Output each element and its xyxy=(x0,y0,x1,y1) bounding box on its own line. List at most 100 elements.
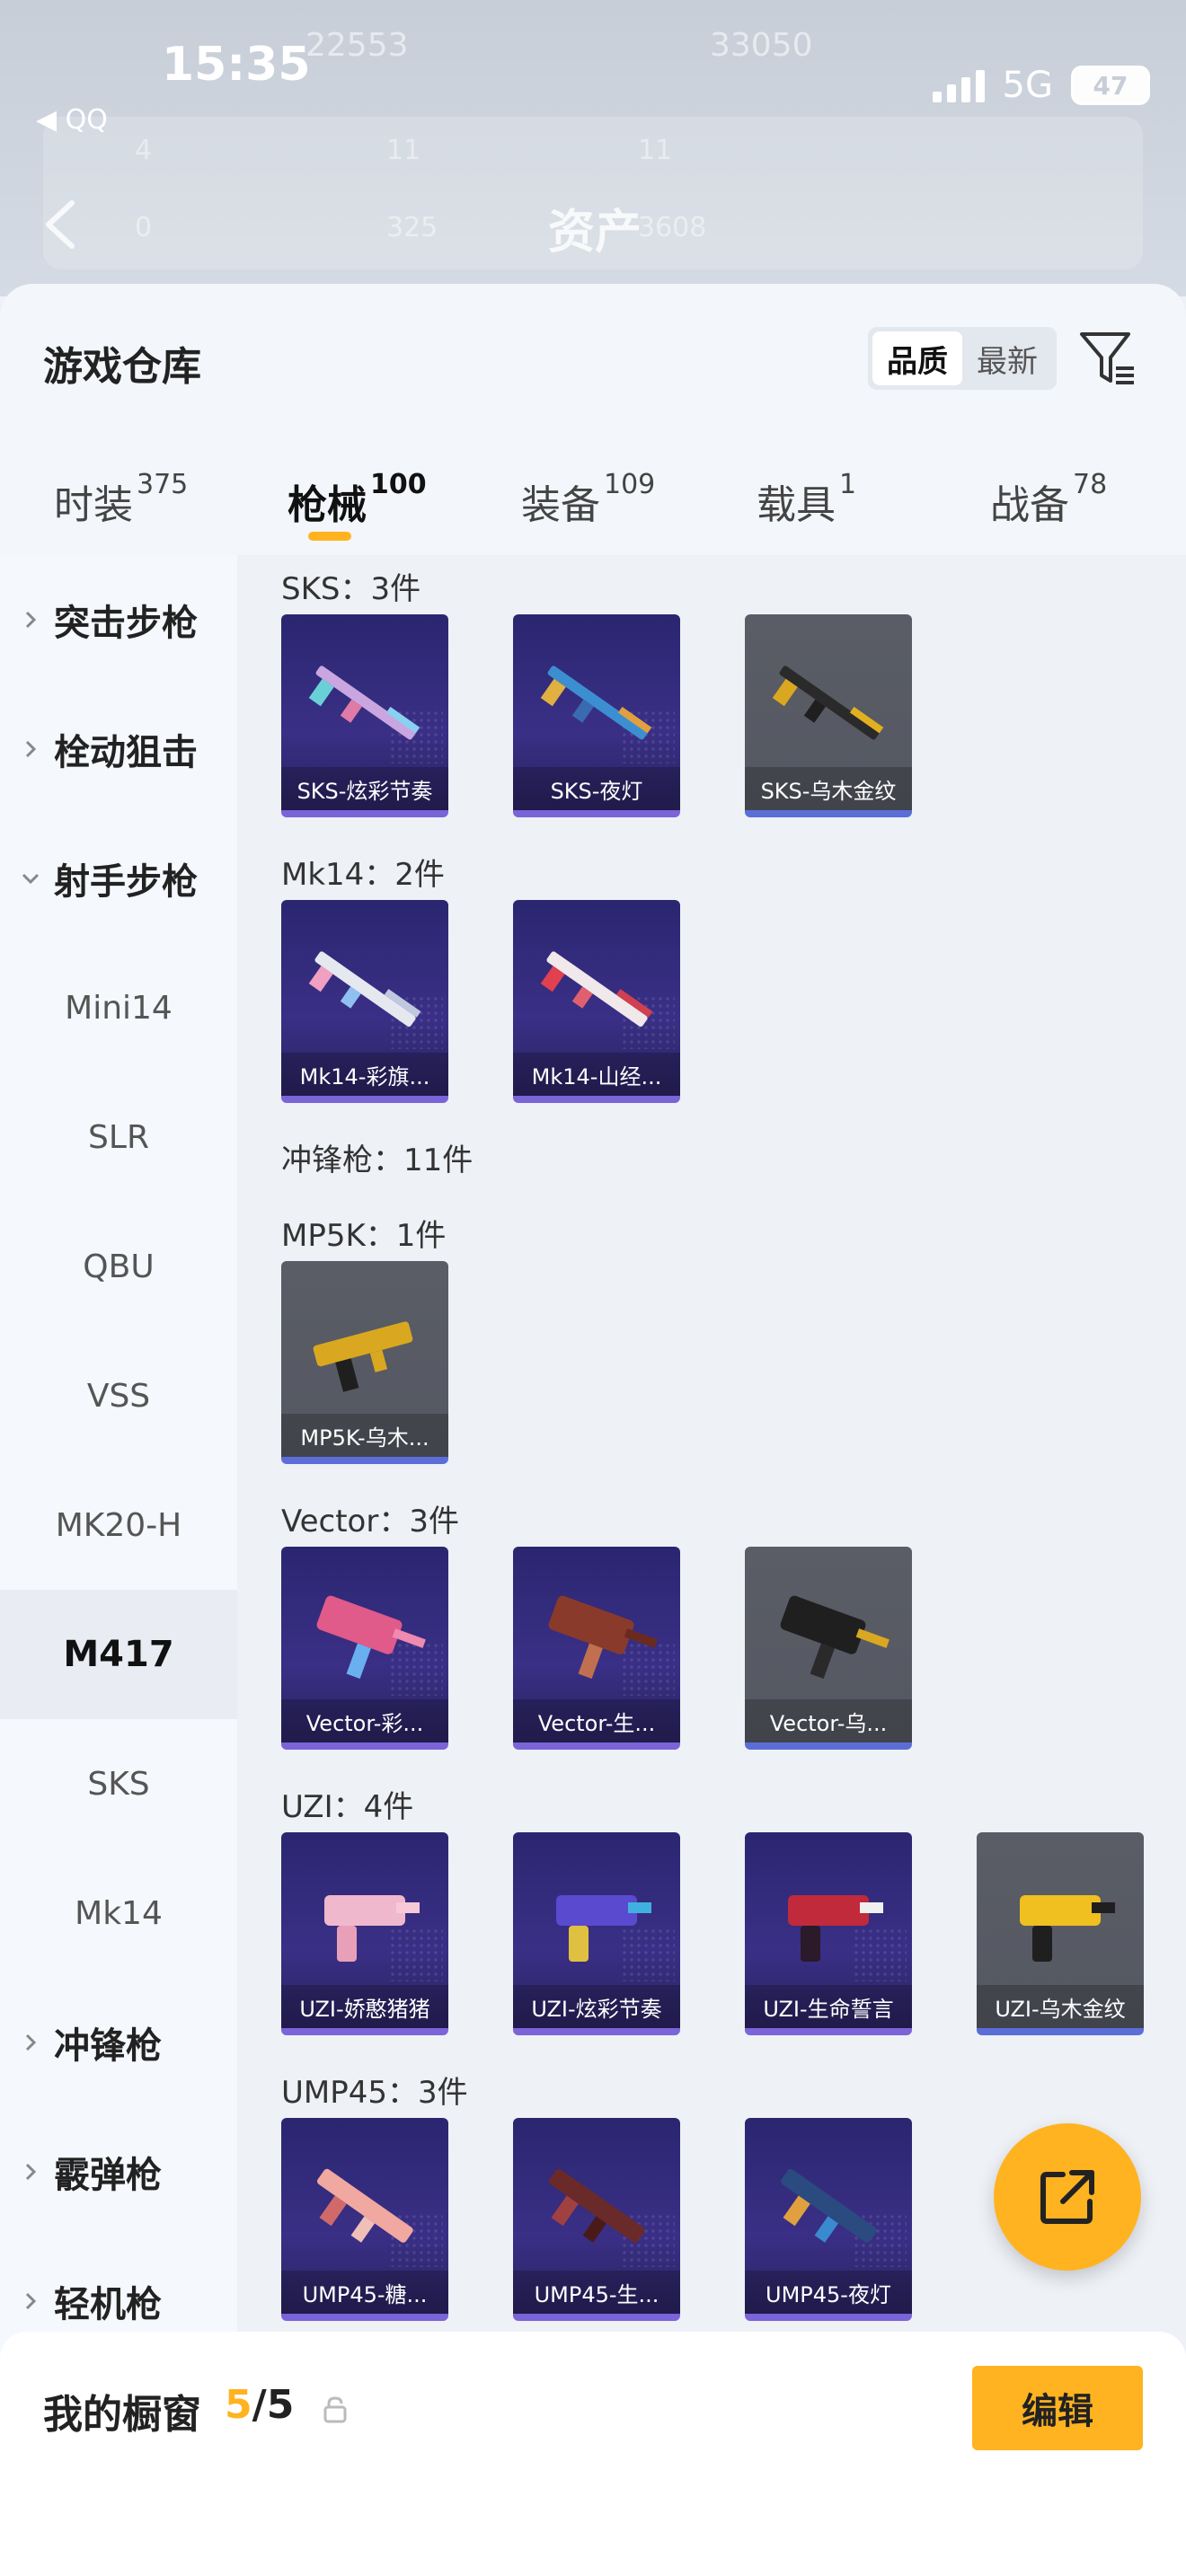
tab-count: 78 xyxy=(1073,469,1108,500)
weapon-card[interactable]: SKS-夜灯 xyxy=(513,614,680,817)
chevron-right-icon xyxy=(25,611,37,629)
weapon-card[interactable]: Mk14-山经... xyxy=(513,900,680,1103)
tab-count: 1 xyxy=(839,469,857,500)
weapon-card[interactable]: SKS-炫彩节奏 xyxy=(281,614,448,817)
section-label-smg: 冲锋枪：11件 xyxy=(281,1142,474,1178)
bg-number: 3608 xyxy=(638,212,707,243)
sidebar-item-sks[interactable]: SKS xyxy=(0,1719,237,1848)
back-arrow-icon[interactable] xyxy=(40,198,84,251)
tab-label: 枪械 xyxy=(288,482,367,528)
chevron-right-icon xyxy=(25,740,37,758)
showcase-count-separator: / xyxy=(252,2382,267,2428)
tab-firearms[interactable]: 枪械 100 xyxy=(288,469,427,530)
weapon-card[interactable]: UMP45-夜灯 xyxy=(745,2118,912,2321)
sidebar-item-slr[interactable]: SLR xyxy=(0,1072,237,1202)
weapon-name: SKS-夜灯 xyxy=(513,767,680,810)
weapon-name: MP5K-乌木... xyxy=(281,1414,448,1457)
tab-count: 109 xyxy=(604,469,656,500)
sort-toggle: 品质 最新 xyxy=(868,327,1057,390)
sidebar-item-label: 霰弹枪 xyxy=(54,2155,162,2196)
weapon-name: UMP45-夜灯 xyxy=(745,2271,912,2314)
section-label-ump45: UMP45：3件 xyxy=(281,2075,468,2111)
share-icon xyxy=(1040,2170,1094,2224)
weapon-card[interactable]: SKS-乌木金纹 xyxy=(745,614,912,817)
weapon-name: UZI-生命誓言 xyxy=(745,1985,912,2028)
showcase-label: 我的橱窗 xyxy=(43,2392,201,2438)
section-label-vector: Vector：3件 xyxy=(281,1504,459,1539)
page-title: 资产 xyxy=(548,206,642,260)
background-overlay: 22553 33050 4 11 11 0 325 3608 15:35 5G … xyxy=(0,0,1186,296)
weapon-card[interactable]: UZI-生命誓言 xyxy=(745,1832,912,2035)
smg-icon xyxy=(548,1595,658,1679)
bg-number: 325 xyxy=(386,212,438,243)
showcase-bar: 我的橱窗 5/5 编辑 xyxy=(0,2332,1186,2576)
tab-vehicles[interactable]: 载具 1 xyxy=(757,469,857,530)
sheet-title: 游戏仓库 xyxy=(43,344,201,390)
weapon-name: UZI-乌木金纹 xyxy=(977,1985,1144,2028)
weapon-card[interactable]: UZI-乌木金纹 xyxy=(977,1832,1144,2035)
smg-icon xyxy=(549,2168,645,2243)
sidebar-item-m417[interactable]: M417 xyxy=(0,1590,237,1719)
tab-label: 载具 xyxy=(757,482,836,528)
section-label-uzi: UZI：4件 xyxy=(281,1789,414,1825)
sort-option-newest[interactable]: 最新 xyxy=(962,331,1052,385)
tab-equipment[interactable]: 装备 109 xyxy=(521,469,656,530)
weapon-card[interactable]: Vector-彩... xyxy=(281,1547,448,1750)
weapon-card[interactable]: UZI-娇憨猪猪 xyxy=(281,1832,448,2035)
pistol-icon xyxy=(556,1895,651,1962)
weapon-card[interactable]: UMP45-糖... xyxy=(281,2118,448,2321)
rifle-icon xyxy=(540,951,653,1028)
chevron-right-icon xyxy=(25,2292,37,2310)
weapon-card[interactable]: UZI-炫彩节奏 xyxy=(513,1832,680,2035)
sidebar-item-vss[interactable]: VSS xyxy=(0,1331,237,1460)
rifle-icon xyxy=(772,666,884,740)
sidebar-item-mini14[interactable]: Mini14 xyxy=(0,943,237,1072)
weapon-card[interactable]: UMP45-生... xyxy=(513,2118,680,2321)
sidebar-item-mk14[interactable]: Mk14 xyxy=(0,1848,237,1978)
bg-number: 33050 xyxy=(710,27,813,64)
sidebar-item-label: 冲锋枪 xyxy=(54,2025,162,2067)
weapon-grid: SKS：3件 SKS-炫彩节奏 SKS-夜灯 SKS-乌木金纹 Mk14：2件 … xyxy=(237,555,1186,2387)
smg-icon xyxy=(316,1595,426,1679)
bg-number: 4 xyxy=(135,135,153,166)
pistol-icon xyxy=(1020,1895,1115,1962)
weapon-card[interactable]: Vector-生... xyxy=(513,1547,680,1750)
section-label-sks: SKS：3件 xyxy=(281,571,421,607)
sidebar-item-smg[interactable]: 冲锋枪 xyxy=(0,1978,237,2107)
sort-option-quality[interactable]: 品质 xyxy=(872,331,962,385)
weapon-name: SKS-炫彩节奏 xyxy=(281,767,448,810)
sidebar-item-shotgun[interactable]: 霰弹枪 xyxy=(0,2107,237,2236)
bg-number: 22553 xyxy=(305,27,409,64)
sidebar-item-label: 射手步枪 xyxy=(54,861,198,903)
category-tabs: 时装 375 枪械 100 装备 109 载具 1 战备 78 xyxy=(0,454,1186,553)
edit-button[interactable]: 编辑 xyxy=(972,2366,1143,2450)
bg-number: 0 xyxy=(135,212,153,243)
filter-icon[interactable] xyxy=(1078,329,1137,388)
tab-fashion[interactable]: 时装 375 xyxy=(54,469,189,530)
status-time: 15:35 xyxy=(162,38,311,92)
tab-label: 时装 xyxy=(54,482,133,528)
tab-label: 装备 xyxy=(521,482,600,528)
bg-number: 11 xyxy=(638,135,673,166)
sidebar-item-assault-rifle[interactable]: 突击步枪 xyxy=(0,555,237,684)
sidebar-item-qbu[interactable]: QBU xyxy=(0,1202,237,1331)
weapon-name: UZI-炫彩节奏 xyxy=(513,1985,680,2028)
weapon-category-sidebar: 突击步枪 栓动狙击 射手步枪 Mini14 SLR QBU VSS MK20-H… xyxy=(0,555,237,2387)
weapon-name: UMP45-生... xyxy=(513,2271,680,2314)
sidebar-item-mk20h[interactable]: MK20-H xyxy=(0,1460,237,1590)
weapon-card[interactable]: Vector-乌... xyxy=(745,1547,912,1750)
back-to-app-link[interactable]: ◀ QQ xyxy=(36,104,108,136)
share-button[interactable] xyxy=(994,2123,1141,2271)
weapon-card[interactable]: Mk14-彩旗... xyxy=(281,900,448,1103)
sidebar-item-marksman-rifle[interactable]: 射手步枪 xyxy=(0,814,237,943)
smg-icon xyxy=(781,2168,877,2243)
signal-icon xyxy=(932,68,985,102)
sidebar-item-label: 栓动狙击 xyxy=(54,732,198,773)
network-label: 5G xyxy=(1002,65,1053,106)
showcase-count-current: 5 xyxy=(225,2382,252,2428)
sidebar-item-bolt-sniper[interactable]: 栓动狙击 xyxy=(0,684,237,814)
weapon-card[interactable]: MP5K-乌木... xyxy=(281,1261,448,1464)
tab-combat-gear[interactable]: 战备 78 xyxy=(990,469,1108,530)
tab-count: 375 xyxy=(137,469,189,500)
weapon-name: Mk14-彩旗... xyxy=(281,1053,448,1096)
